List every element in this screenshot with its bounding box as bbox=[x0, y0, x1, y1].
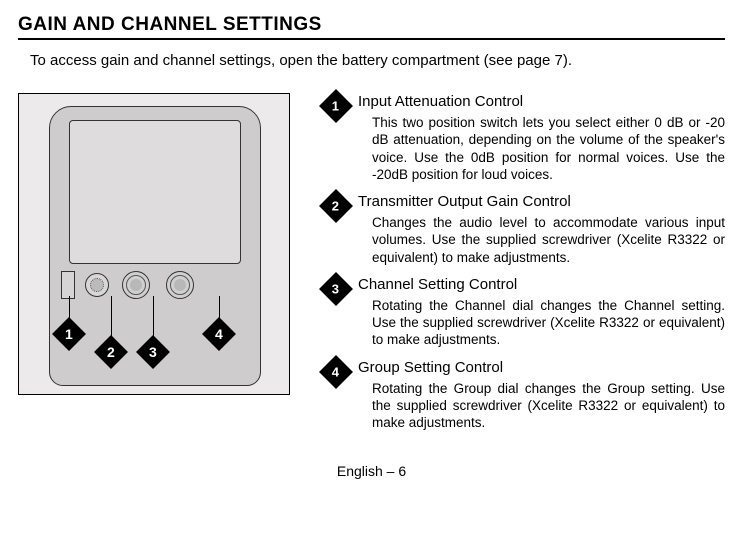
content-row: 1 2 3 4 1 Input Attenuation Control This… bbox=[18, 93, 725, 441]
illustration-column: 1 2 3 4 bbox=[18, 93, 308, 441]
item-number-badge: 4 bbox=[319, 355, 353, 389]
list-item: 1 Input Attenuation Control This two pos… bbox=[324, 93, 725, 183]
intro-text: To access gain and channel settings, ope… bbox=[30, 52, 725, 69]
item-number-badge: 1 bbox=[319, 89, 353, 123]
item-title: Group Setting Control bbox=[358, 359, 725, 376]
item-description: Rotating the Group dial changes the Grou… bbox=[372, 380, 725, 432]
item-number-badge: 2 bbox=[319, 189, 353, 223]
device-illustration: 1 2 3 4 bbox=[18, 93, 290, 395]
list-item: 2 Transmitter Output Gain Control Change… bbox=[324, 193, 725, 266]
attenuation-switch bbox=[61, 271, 75, 299]
list-item: 3 Channel Setting Control Rotating the C… bbox=[324, 276, 725, 349]
item-title: Transmitter Output Gain Control bbox=[358, 193, 725, 210]
item-title: Channel Setting Control bbox=[358, 276, 725, 293]
item-description: Rotating the Channel dial changes the Ch… bbox=[372, 297, 725, 349]
page-footer: English – 6 bbox=[18, 463, 725, 479]
item-title: Input Attenuation Control bbox=[358, 93, 725, 110]
item-description: This two position switch lets you select… bbox=[372, 114, 725, 183]
channel-dial bbox=[122, 271, 150, 299]
battery-inner-panel bbox=[69, 120, 241, 264]
description-column: 1 Input Attenuation Control This two pos… bbox=[324, 93, 725, 441]
item-description: Changes the audio level to accommodate v… bbox=[372, 214, 725, 266]
group-dial bbox=[166, 271, 194, 299]
gain-trimmer bbox=[85, 273, 109, 297]
page-title: GAIN AND CHANNEL SETTINGS bbox=[18, 14, 725, 40]
list-item: 4 Group Setting Control Rotating the Gro… bbox=[324, 359, 725, 432]
item-number-badge: 3 bbox=[319, 272, 353, 306]
